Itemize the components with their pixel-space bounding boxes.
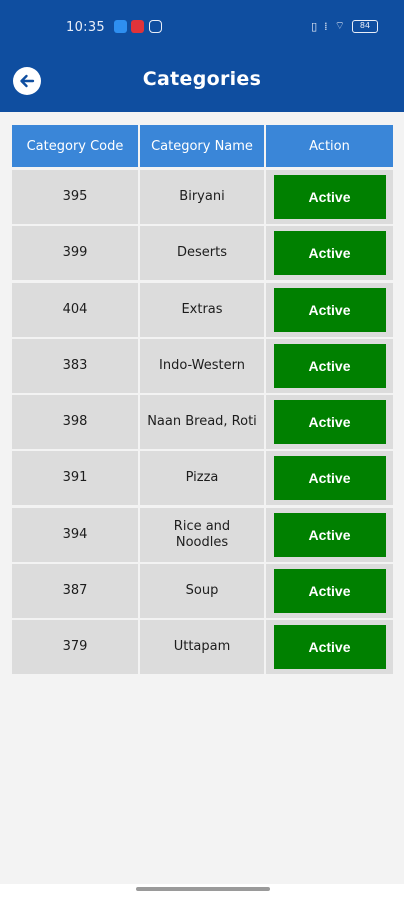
active-button[interactable]: Active <box>273 175 386 219</box>
column-header-name: Category Name <box>140 125 264 167</box>
action-cell: Active <box>266 507 393 562</box>
table-header: Category Code Category Name Action <box>12 125 393 167</box>
action-cell: Active <box>266 338 393 393</box>
categories-table: Category Code Category Name Action 395 B… <box>12 125 393 677</box>
table-row: 394 Rice and Noodles Active <box>12 507 393 562</box>
active-button[interactable]: Active <box>273 400 386 445</box>
table-row: 379 Uttapam Active <box>12 620 393 675</box>
home-indicator[interactable] <box>136 887 270 891</box>
notification-app-icon <box>131 20 144 33</box>
column-header-action: Action <box>266 125 393 167</box>
page-title: Categories <box>142 68 262 90</box>
category-code: 398 <box>12 395 138 450</box>
category-code: 379 <box>12 620 138 675</box>
category-name: Naan Bread, Roti <box>140 395 264 450</box>
category-code: 395 <box>12 170 138 224</box>
vibrate-icon: ▯ <box>311 19 318 33</box>
category-name: Soup <box>140 564 264 619</box>
app-bar: 10:35 ▯ ⁞ ⌔ 84 Categories <box>0 0 404 112</box>
table-row: 398 Naan Bread, Roti Active <box>12 395 393 450</box>
instagram-icon <box>149 20 162 33</box>
status-icons: ▯ ⁞ ⌔ 84 <box>311 19 378 33</box>
table-row: 395 Biryani Active <box>12 170 393 224</box>
table-row: 383 Indo-Western Active <box>12 338 393 393</box>
category-code: 387 <box>12 564 138 619</box>
category-code: 391 <box>12 451 138 506</box>
table-row: 399 Deserts Active <box>12 226 393 281</box>
action-cell: Active <box>266 170 393 224</box>
action-cell: Active <box>266 226 393 281</box>
category-code: 394 <box>12 507 138 562</box>
category-name: Rice and Noodles <box>140 507 264 562</box>
active-button[interactable]: Active <box>273 343 386 388</box>
category-name: Extras <box>140 282 264 337</box>
action-cell: Active <box>266 451 393 506</box>
category-name: Uttapam <box>140 620 264 675</box>
active-button[interactable]: Active <box>273 569 386 614</box>
active-button[interactable]: Active <box>273 231 386 276</box>
action-cell: Active <box>266 564 393 619</box>
cloud-icon <box>114 20 127 33</box>
category-name: Deserts <box>140 226 264 281</box>
category-code: 404 <box>12 282 138 337</box>
action-cell: Active <box>266 395 393 450</box>
category-name: Biryani <box>140 170 264 224</box>
active-button[interactable]: Active <box>273 625 386 670</box>
active-button[interactable]: Active <box>273 512 386 557</box>
table-body: 395 Biryani Active 399 Deserts Active 40… <box>12 170 393 675</box>
action-cell: Active <box>266 282 393 337</box>
category-name: Pizza <box>140 451 264 506</box>
table-row: 391 Pizza Active <box>12 451 393 506</box>
table-row: 387 Soup Active <box>12 564 393 619</box>
category-name: Indo-Western <box>140 338 264 393</box>
status-time: 10:35 <box>66 20 105 35</box>
battery-icon: 84 <box>352 19 378 33</box>
status-bar: 10:35 ▯ ⁞ ⌔ 84 <box>0 14 404 42</box>
active-button[interactable]: Active <box>273 287 386 332</box>
category-code: 399 <box>12 226 138 281</box>
signal-icon: ⁞ <box>324 19 328 33</box>
category-code: 383 <box>12 338 138 393</box>
table-row: 404 Extras Active <box>12 282 393 337</box>
active-button[interactable]: Active <box>273 456 386 501</box>
action-cell: Active <box>266 620 393 675</box>
column-header-code: Category Code <box>12 125 138 167</box>
wifi-icon: ⌔ <box>334 19 345 32</box>
